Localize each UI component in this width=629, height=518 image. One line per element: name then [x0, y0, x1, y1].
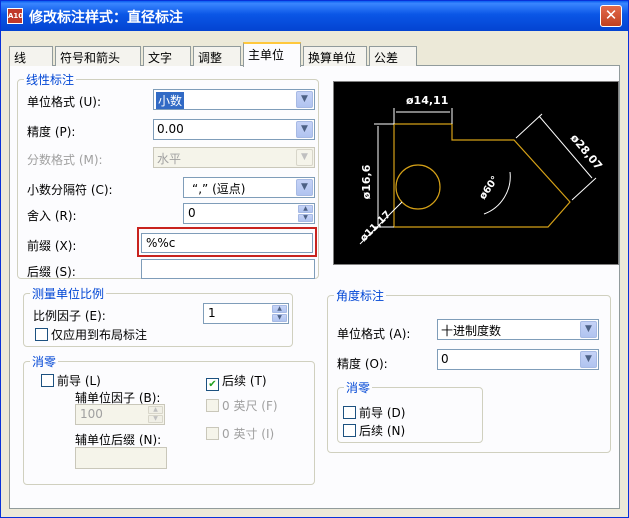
angular-leading-zero-label: 前导 (D): [359, 406, 406, 420]
tab-symbols-arrows[interactable]: 符号和箭头: [55, 46, 141, 66]
angular-unit-format-select[interactable]: 十进制度数 ▼: [437, 319, 599, 340]
leading-zero-checkbox[interactable]: 前导 (L): [41, 372, 101, 389]
sub-unit-factor-spinner: 100 ▲ ▼: [75, 404, 165, 425]
spinner-buttons: ▲ ▼: [148, 406, 163, 423]
round-off-label: 舍入 (R):: [27, 209, 77, 223]
prefix-label: 前缀 (X):: [27, 239, 77, 253]
dimension-right: ø28,07: [568, 132, 605, 173]
layout-only-label: 仅应用到布局标注: [51, 328, 148, 342]
checkbox-box[interactable]: [343, 406, 356, 419]
prefix-highlight-box: [137, 227, 317, 257]
dimension-top: ø14,11: [406, 94, 448, 107]
layout-only-checkbox[interactable]: 仅应用到布局标注: [35, 326, 147, 343]
spin-up-icon[interactable]: ▲: [272, 305, 287, 313]
round-off-spinner[interactable]: 0 ▲ ▼: [183, 203, 315, 224]
suffix-input[interactable]: [141, 259, 315, 279]
round-off-value: 0: [188, 206, 196, 220]
angular-precision-label: 精度 (O):: [337, 357, 388, 371]
zero-inches-checkbox: 0 英寸 (I): [206, 425, 274, 442]
spin-up-icon[interactable]: ▲: [298, 205, 313, 213]
spin-down-icon[interactable]: ▼: [298, 214, 313, 222]
spin-up-icon: ▲: [148, 406, 163, 414]
chevron-down-icon[interactable]: ▼: [580, 321, 597, 338]
dimension-angle: ø60°: [477, 174, 501, 201]
fraction-format-value: 水平: [157, 152, 182, 166]
trailing-zero-label: 后续 (T): [222, 374, 267, 388]
tab-primary-units[interactable]: 主单位: [243, 42, 301, 67]
scale-factor-label: 比例因子 (E):: [33, 309, 106, 323]
checkbox-box[interactable]: [41, 374, 54, 387]
spinner-buttons: ▲ ▼: [298, 205, 313, 222]
chevron-down-icon[interactable]: ▼: [580, 351, 597, 368]
zero-inches-label: 0 英寸 (I): [222, 427, 275, 441]
angular-zero-suppression-legend: 消零: [344, 379, 373, 396]
unit-format-label: 单位格式 (U):: [27, 95, 102, 109]
unit-format-select[interactable]: 小数 ▼: [153, 89, 315, 110]
angular-trailing-zero-label: 后续 (N): [359, 424, 406, 438]
precision-select[interactable]: 0.00 ▼: [153, 119, 315, 140]
title-bar[interactable]: A10 修改标注样式：直径标注 ✕: [1, 1, 628, 31]
tab-fit[interactable]: 调整: [193, 46, 241, 66]
app-icon: A10: [7, 8, 23, 24]
tab-alternate-units[interactable]: 换算单位: [303, 46, 367, 66]
decimal-separator-label: 小数分隔符 (C):: [27, 183, 113, 197]
part-outline: [393, 123, 571, 228]
zero-suppression-legend: 消零: [30, 353, 59, 370]
precision-value: 0.00: [157, 122, 184, 136]
chevron-down-icon: ▼: [296, 149, 313, 166]
angular-unit-format-label: 单位格式 (A):: [337, 327, 411, 341]
dimension-preview: ø14,11 ø16,6 ø28,07 ø60° ø11,17: [333, 81, 619, 265]
linear-dimensions-legend: 线性标注: [24, 71, 77, 88]
close-button[interactable]: ✕: [600, 5, 622, 27]
window-title: 修改标注样式：直径标注: [29, 10, 183, 26]
tab-lines[interactable]: 线: [9, 46, 53, 66]
tab-text[interactable]: 文字: [143, 46, 191, 66]
precision-label: 精度 (P):: [27, 125, 76, 139]
angular-precision-select[interactable]: 0 ▼: [437, 349, 599, 370]
fraction-format-select: 水平 ▼: [153, 147, 315, 168]
suffix-label: 后缀 (S):: [27, 265, 76, 279]
preview-drawing: ø14,11 ø16,6 ø28,07 ø60° ø11,17: [358, 94, 605, 245]
measurement-scale-legend: 测量单位比例: [30, 285, 107, 302]
checkbox-box[interactable]: [343, 424, 356, 437]
spinner-buttons: ▲ ▼: [272, 305, 287, 322]
angular-trailing-zero-checkbox[interactable]: 后续 (N): [343, 422, 405, 439]
zero-feet-label: 0 英尺 (F): [222, 399, 278, 413]
chevron-down-icon[interactable]: ▼: [296, 91, 313, 108]
sub-unit-factor-value: 100: [80, 407, 103, 421]
scale-factor-spinner[interactable]: 1 ▲ ▼: [203, 303, 289, 324]
leading-zero-label: 前导 (L): [57, 374, 101, 388]
decimal-separator-value: “,” (逗点): [192, 182, 246, 196]
check-icon[interactable]: ✔: [206, 378, 219, 391]
tab-tolerances[interactable]: 公差: [369, 46, 417, 66]
checkbox-box: [206, 399, 219, 412]
sub-unit-suffix-input: [75, 447, 167, 469]
chevron-down-icon[interactable]: ▼: [296, 179, 313, 196]
angular-leading-zero-checkbox[interactable]: 前导 (D): [343, 404, 405, 421]
part-hole: [395, 164, 441, 210]
angular-dimensions-legend: 角度标注: [334, 287, 387, 304]
checkbox-box: [206, 427, 219, 440]
dialog-window: A10 修改标注样式：直径标注 ✕ 线 符号和箭头 文字 调整 主单位 换算单位…: [0, 0, 629, 518]
zero-feet-checkbox: 0 英尺 (F): [206, 397, 278, 414]
chevron-down-icon[interactable]: ▼: [296, 121, 313, 138]
fraction-format-label: 分数格式 (M):: [27, 153, 103, 167]
checkbox-box[interactable]: [35, 328, 48, 341]
dimension-left: ø16,6: [360, 164, 373, 199]
spin-down-icon: ▼: [148, 415, 163, 423]
spin-down-icon[interactable]: ▼: [272, 314, 287, 322]
unit-format-value: 小数: [156, 92, 185, 109]
decimal-separator-select[interactable]: “,” (逗点) ▼: [183, 177, 315, 198]
angular-unit-format-value: 十进制度数: [441, 324, 502, 338]
trailing-zero-checkbox[interactable]: ✔ 后续 (T): [206, 372, 267, 391]
sub-unit-suffix-label: 辅单位后缀 (N):: [75, 433, 162, 447]
scale-factor-value: 1: [208, 306, 216, 320]
angular-precision-value: 0: [441, 352, 449, 366]
